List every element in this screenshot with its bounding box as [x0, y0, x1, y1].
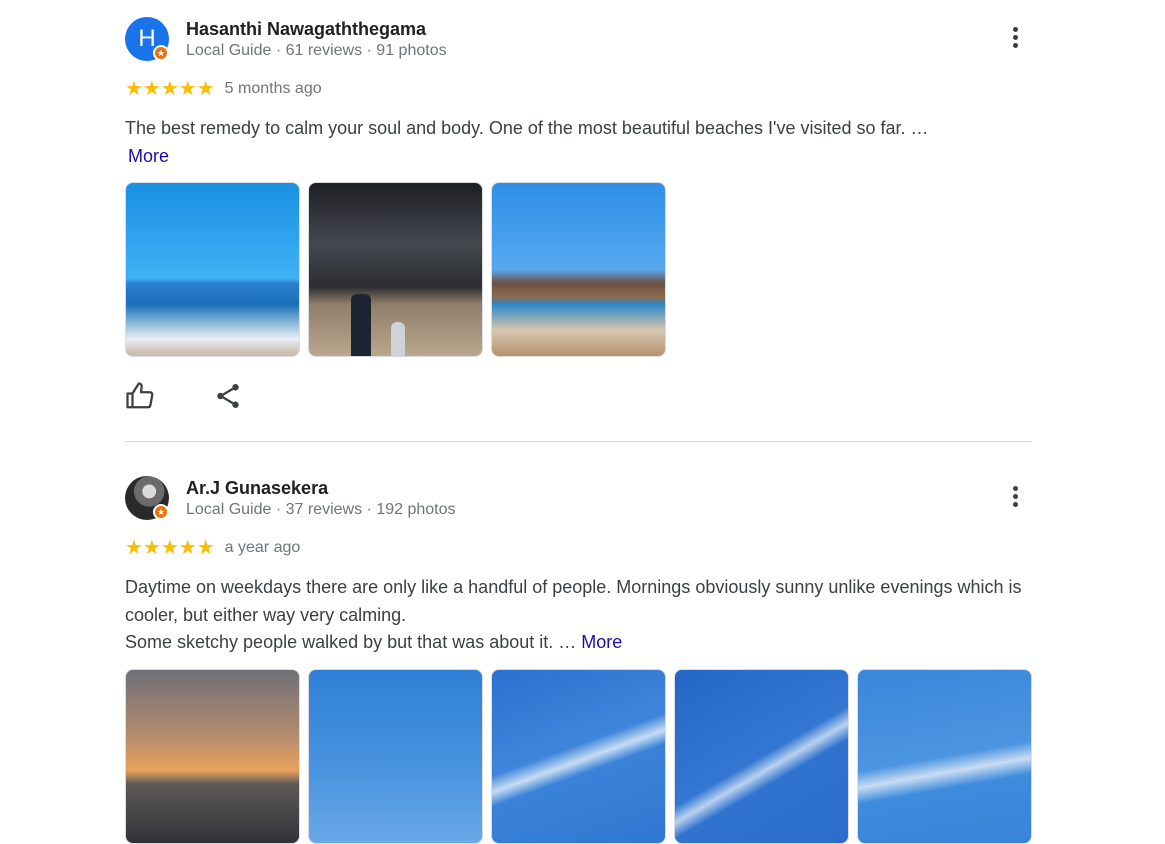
- thumbs-up-icon[interactable]: [125, 381, 157, 413]
- reviews-feed: H ★ Hasanthi Nawagaththegama Local Guide…: [0, 0, 1165, 844]
- review-photo[interactable]: [125, 669, 300, 844]
- review-photo[interactable]: [308, 669, 483, 844]
- review-photo[interactable]: [674, 669, 849, 844]
- share-icon[interactable]: [213, 381, 245, 413]
- review-time: a year ago: [224, 539, 301, 556]
- local-guide-badge-icon: ★: [153, 504, 169, 520]
- review-photo[interactable]: [125, 182, 300, 357]
- review-card: H ★ Hasanthi Nawagaththegama Local Guide…: [125, 17, 1032, 409]
- review-header: H ★ Hasanthi Nawagaththegama Local Guide…: [125, 17, 1032, 65]
- review-text-line: Daytime on weekdays there are only like …: [125, 577, 1022, 625]
- review-photo[interactable]: [491, 669, 666, 844]
- reviewer-name[interactable]: Hasanthi Nawagaththegama: [186, 19, 426, 40]
- review-photo[interactable]: [491, 182, 666, 357]
- review-header: ★ Ar.J Gunasekera Local Guide · 37 revie…: [125, 476, 1032, 524]
- star-rating: ★★★★★: [125, 78, 215, 100]
- review-photo[interactable]: [857, 669, 1032, 844]
- review-text-line: Some sketchy people walked by but that w…: [125, 632, 623, 652]
- review-card: ★ Ar.J Gunasekera Local Guide · 37 revie…: [125, 476, 1032, 844]
- rating-row: ★★★★★ 5 months ago: [125, 78, 322, 100]
- star-rating: ★★★★★: [125, 537, 215, 559]
- reviewer-meta: Local Guide · 37 reviews · 192 photos: [186, 501, 456, 518]
- review-divider: [125, 441, 1032, 442]
- local-guide-badge-icon: ★: [153, 45, 169, 61]
- more-vert-icon[interactable]: [1005, 486, 1025, 512]
- more-link[interactable]: More: [581, 632, 622, 652]
- more-link[interactable]: More: [128, 143, 1025, 171]
- review-photos: [125, 669, 1032, 844]
- review-text: The best remedy to calm your soul and bo…: [125, 115, 1025, 170]
- review-photo[interactable]: [308, 182, 483, 357]
- more-vert-icon[interactable]: [1005, 27, 1025, 53]
- review-photos: [125, 182, 666, 357]
- review-text: Daytime on weekdays there are only like …: [125, 574, 1025, 657]
- review-time: 5 months ago: [224, 80, 322, 97]
- reviewer-meta: Local Guide · 61 reviews · 91 photos: [186, 42, 447, 59]
- rating-row: ★★★★★ a year ago: [125, 537, 300, 559]
- review-text-body: The best remedy to calm your soul and bo…: [125, 118, 929, 138]
- reviewer-name[interactable]: Ar.J Gunasekera: [186, 478, 328, 499]
